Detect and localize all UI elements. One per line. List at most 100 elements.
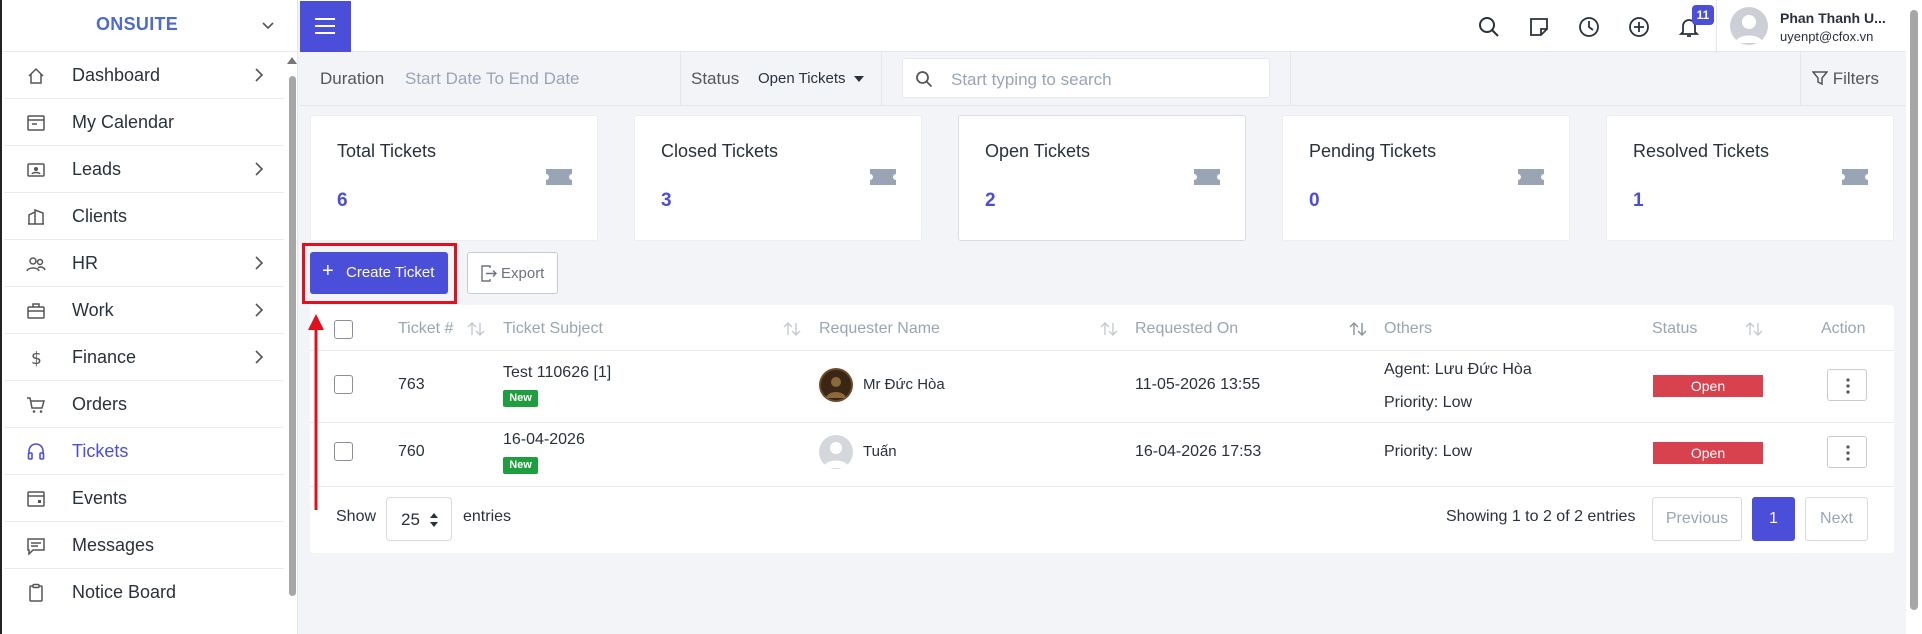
funnel-icon (1812, 71, 1828, 86)
sidebar-item-notice-board[interactable]: Notice Board (4, 569, 284, 616)
duration-date-range[interactable]: Start Date To End Date (405, 69, 580, 89)
card-pending-tickets[interactable]: Pending Tickets 0 (1282, 115, 1570, 241)
search-icon (916, 71, 933, 88)
card-open-tickets[interactable]: Open Tickets 2 (958, 115, 1246, 241)
requester-name[interactable]: Tuấn (863, 443, 897, 460)
sidebar-item-label: HR (72, 253, 98, 273)
scroll-up-icon[interactable] (287, 56, 297, 64)
divider (680, 52, 681, 106)
chevron-down-icon[interactable] (260, 17, 276, 33)
sidebar-item-dashboard[interactable]: Dashboard (4, 52, 284, 99)
filters-label: Filters (1832, 69, 1880, 88)
status-select[interactable]: Open Tickets (758, 70, 864, 87)
user-silhouette-icon (823, 442, 849, 468)
user-avatar[interactable] (1730, 7, 1768, 45)
clock-icon[interactable] (1578, 16, 1600, 38)
plus-circle-icon[interactable] (1628, 16, 1650, 38)
col-status[interactable]: Status (1652, 320, 1697, 338)
menu-toggle-button[interactable] (300, 1, 351, 52)
page-size-select[interactable]: 25 (386, 497, 452, 541)
col-others: Others (1384, 320, 1433, 337)
card-value: 1 (1633, 190, 1644, 211)
user-silhouette-icon (1735, 15, 1763, 43)
row-checkbox[interactable] (334, 442, 353, 461)
brand-header[interactable]: ONSUITE (2, 0, 300, 52)
user-name[interactable]: Phan Thanh U... (1780, 10, 1886, 26)
next-page-button[interactable]: Next (1805, 497, 1868, 541)
sidebar-item-my-calendar[interactable]: My Calendar (4, 99, 284, 146)
dollar-icon: $ (31, 349, 42, 368)
select-all-checkbox[interactable] (334, 320, 353, 339)
search-input[interactable]: Start typing to search (902, 58, 1270, 98)
sidebar-item-orders[interactable]: Orders (4, 381, 284, 428)
divider (881, 52, 882, 106)
agent-text: Agent: Lưu Đức Hòa (1384, 361, 1532, 378)
sort-icon[interactable] (1100, 322, 1118, 336)
chevron-right-icon (255, 303, 264, 317)
filters-button[interactable]: Filters (1812, 69, 1879, 89)
sidebar-item-label: Clients (72, 206, 128, 226)
sidebar-item-events[interactable]: Events (4, 475, 284, 522)
requester-avatar[interactable] (819, 368, 853, 402)
highlight-box (302, 243, 457, 304)
card-closed-tickets[interactable]: Closed Tickets 3 (634, 115, 922, 241)
card-title: Resolved Tickets (1633, 141, 1770, 161)
page-scrollbar-thumb[interactable] (1910, 10, 1918, 610)
ticket-number[interactable]: 763 (398, 376, 425, 394)
sidebar-item-label: Orders (72, 394, 128, 414)
row-action-button[interactable] (1827, 436, 1867, 468)
ticket-number[interactable]: 760 (398, 443, 425, 461)
sidebar: ONSUITE Dashboard My Calendar Leads Clie… (0, 0, 300, 634)
requester-name[interactable]: Mr Đức Hòa (863, 376, 945, 393)
card-resolved-tickets[interactable]: Resolved Tickets 1 (1606, 115, 1894, 241)
sidebar-item-hr[interactable]: HR (4, 240, 284, 287)
previous-page-button[interactable]: Previous (1652, 497, 1742, 541)
row-checkbox[interactable] (334, 375, 353, 394)
sidebar-item-label: Dashboard (72, 65, 161, 85)
export-label: Export (501, 265, 545, 282)
user-photo-icon (821, 370, 851, 400)
col-ticket-number[interactable]: Ticket # (398, 320, 453, 338)
annotation-arrow-icon (308, 314, 324, 510)
divider (310, 486, 1894, 487)
sidebar-item-label: My Calendar (72, 112, 175, 132)
hamburger-icon (315, 18, 335, 34)
card-title: Pending Tickets (1309, 141, 1437, 161)
sidebar-item-label: Tickets (72, 441, 129, 461)
search-placeholder: Start typing to search (951, 70, 1112, 89)
sort-icon[interactable] (1349, 322, 1367, 336)
card-title: Total Tickets (337, 141, 437, 161)
sidebar-item-label: Messages (72, 535, 155, 555)
ticket-subject[interactable]: 16-04-2026 (503, 431, 585, 449)
ticket-subject[interactable]: Test 110626 [1] (503, 364, 611, 382)
sort-icon[interactable] (467, 322, 485, 336)
chevron-right-icon (255, 68, 264, 82)
card-total-tickets[interactable]: Total Tickets 6 (310, 115, 598, 241)
cart-icon (27, 397, 45, 413)
sticky-note-icon[interactable] (1528, 16, 1550, 38)
col-requested-on[interactable]: Requested On (1135, 320, 1238, 338)
divider (1290, 52, 1291, 106)
page-1-button[interactable]: 1 (1752, 497, 1795, 541)
sidebar-item-clients[interactable]: Clients (4, 193, 284, 240)
divider (1716, 0, 1717, 52)
sidebar-scrollbar-thumb[interactable] (289, 76, 296, 596)
requester-avatar[interactable] (819, 435, 853, 469)
people-icon (26, 257, 46, 272)
export-button[interactable]: Export (467, 252, 558, 294)
sidebar-item-messages[interactable]: Messages (4, 522, 284, 569)
sidebar-item-tickets[interactable]: Tickets (4, 428, 284, 475)
sort-icon[interactable] (783, 322, 801, 336)
sort-icon[interactable] (1745, 322, 1763, 336)
divider (1800, 52, 1801, 106)
showing-info: Showing 1 to 2 of 2 entries (1446, 508, 1636, 525)
col-ticket-subject[interactable]: Ticket Subject (503, 320, 603, 338)
chevron-right-icon (255, 256, 264, 270)
row-action-button[interactable] (1827, 369, 1867, 401)
sidebar-item-work[interactable]: Work (4, 287, 284, 334)
search-icon[interactable] (1478, 16, 1500, 38)
col-requester-name[interactable]: Requester Name (819, 320, 940, 338)
sidebar-item-leads[interactable]: Leads (4, 146, 284, 193)
show-label: Show (336, 508, 377, 525)
sidebar-item-finance[interactable]: $ Finance (4, 334, 284, 381)
